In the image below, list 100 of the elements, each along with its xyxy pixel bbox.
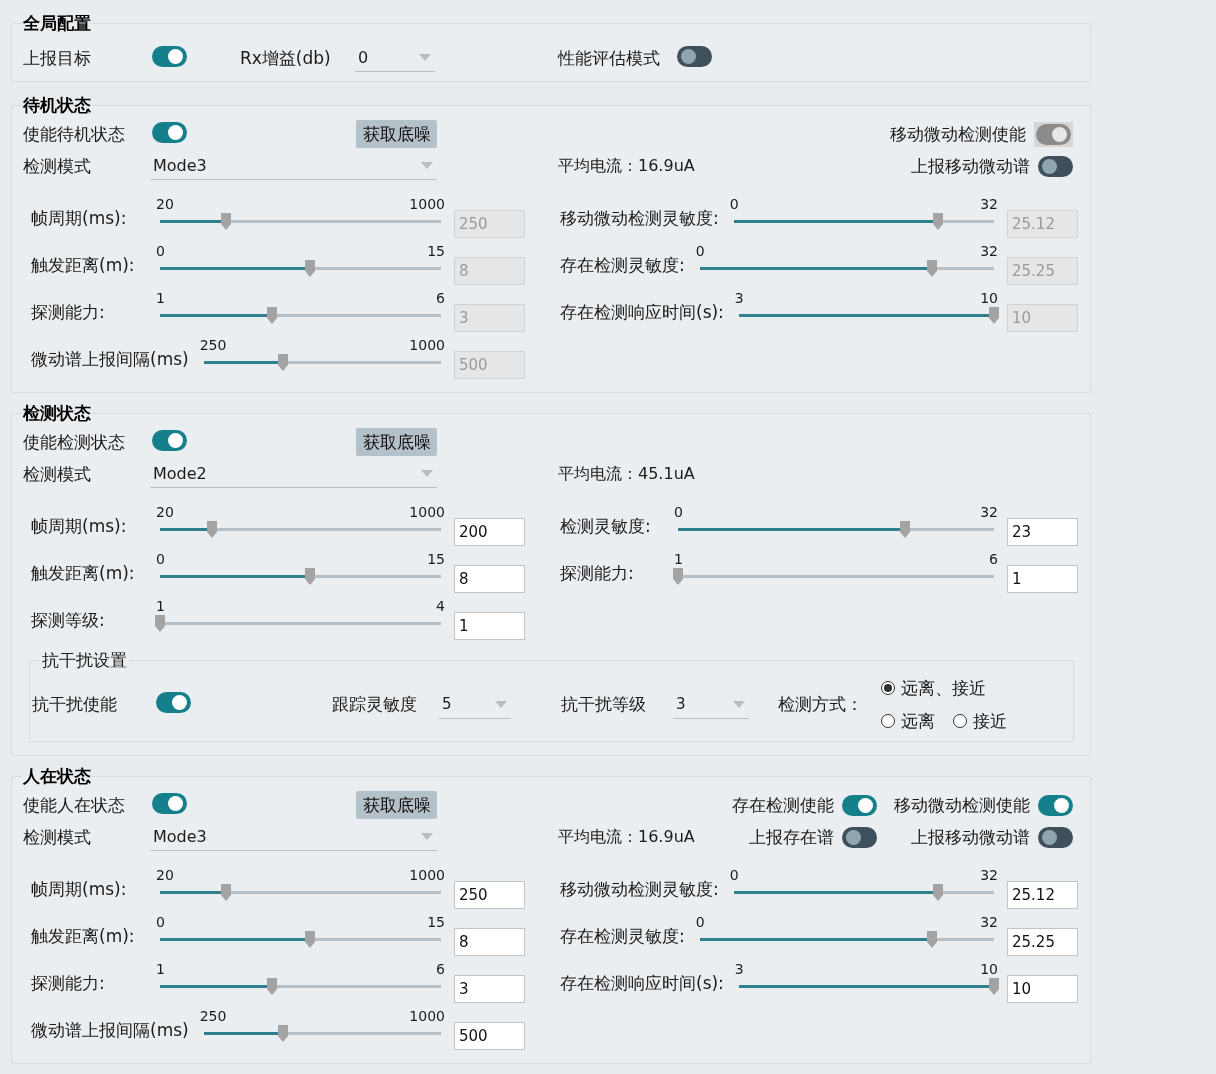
- field-label: 检测方式：: [778, 693, 864, 716]
- field-label: 检测模式: [23, 154, 92, 178]
- radio-button[interactable]: [953, 714, 967, 728]
- value-field[interactable]: 25.12: [1007, 881, 1078, 909]
- caret-icon: [421, 470, 433, 477]
- scale-max-label: 15: [427, 914, 445, 930]
- value-field[interactable]: 23: [1007, 518, 1078, 546]
- group-title: 抗干扰设置: [41, 649, 128, 671]
- scale-min-label: 0: [695, 243, 705, 259]
- noise-button[interactable]: 获取底噪: [356, 791, 437, 819]
- scale-max-label: 10: [980, 961, 998, 977]
- scale-min-label: 3: [734, 961, 744, 977]
- toggle-switch[interactable]: [842, 794, 877, 816]
- section-title: 全局配置: [22, 12, 92, 34]
- slider-label: 移动微动检测灵敏度:: [560, 879, 720, 899]
- field-label: 性能评估模式: [558, 46, 661, 70]
- toggle-switch[interactable]: [152, 45, 187, 67]
- scale-max-label: 32: [980, 914, 998, 930]
- slider-thumb[interactable]: [155, 615, 165, 632]
- slider-label: 探测能力:: [560, 563, 635, 583]
- slider-label: 触发距离(m):: [31, 255, 136, 275]
- toggle-switch[interactable]: [842, 826, 877, 848]
- scale-min-label: 1: [674, 551, 683, 567]
- value-field[interactable]: 8: [454, 928, 525, 956]
- value-field[interactable]: 10: [1007, 975, 1078, 1003]
- value-field[interactable]: 500: [454, 1022, 525, 1050]
- slider-thumb[interactable]: [900, 521, 911, 538]
- radio-option[interactable]: 远离: [881, 710, 935, 732]
- slider-thumb[interactable]: [304, 931, 315, 948]
- scale-max-label: 1000: [409, 337, 445, 353]
- current-reading: 平均电流：16.9uA: [558, 826, 695, 848]
- slider-label: 微动谱上报间隔(ms): [31, 349, 190, 369]
- slider-thumb[interactable]: [926, 931, 937, 948]
- slider-label: 帧周期(ms):: [31, 879, 128, 899]
- slider-label: 帧周期(ms):: [31, 516, 128, 536]
- toggle-switch[interactable]: [1038, 794, 1073, 816]
- radio-option[interactable]: 接近: [953, 710, 1007, 732]
- value-field[interactable]: 1: [1007, 565, 1078, 593]
- scale-max-label: 1000: [409, 1008, 445, 1024]
- value-field[interactable]: 25.25: [1007, 928, 1078, 956]
- dropdown[interactable]: 0: [355, 44, 435, 72]
- toggle-switch[interactable]: [1038, 155, 1073, 177]
- toggle-label: 上报移动微动谱: [911, 825, 1030, 849]
- scale-max-label: 10: [980, 290, 998, 306]
- value-field[interactable]: 8: [454, 565, 525, 593]
- toggle-label: 上报移动微动谱: [911, 154, 1030, 178]
- radio-button[interactable]: [881, 714, 895, 728]
- slider-thumb[interactable]: [989, 978, 999, 995]
- toggle-label: 移动微动检测使能: [894, 793, 1030, 817]
- scale-min-label: 250: [199, 337, 227, 353]
- dropdown[interactable]: 3: [673, 690, 749, 719]
- scale-min-label: 0: [729, 196, 739, 212]
- slider-label: 存在检测灵敏度:: [560, 255, 686, 275]
- scale-max-label: 1000: [409, 504, 445, 520]
- value-field[interactable]: 1: [454, 612, 525, 640]
- caret-icon: [421, 162, 433, 169]
- toggle-switch[interactable]: [1038, 826, 1073, 848]
- toggle-switch[interactable]: [152, 792, 187, 814]
- slider-label: 检测灵敏度:: [560, 516, 652, 536]
- toggle-switch[interactable]: [152, 121, 187, 143]
- field-label: 抗干扰使能: [32, 693, 118, 716]
- toggle-switch[interactable]: [677, 45, 712, 67]
- scale-min-label: 1: [156, 598, 165, 614]
- current-reading: 平均电流：16.9uA: [558, 155, 695, 177]
- value-field[interactable]: 250: [454, 881, 525, 909]
- slider-thumb[interactable]: [933, 884, 944, 901]
- scale-max-label: 1000: [409, 196, 445, 212]
- noise-button[interactable]: 获取底噪: [356, 428, 437, 456]
- radio-button[interactable]: [881, 681, 895, 695]
- scale-min-label: 0: [729, 867, 739, 883]
- section-title: 待机状态: [22, 94, 92, 116]
- scale-max-label: 15: [427, 243, 445, 259]
- slider-thumb[interactable]: [206, 521, 217, 538]
- slider-thumb[interactable]: [221, 884, 232, 901]
- slider-thumb[interactable]: [304, 568, 315, 585]
- slider-thumb[interactable]: [277, 1025, 288, 1042]
- dropdown[interactable]: Mode3: [150, 152, 437, 180]
- scale-max-label: 32: [980, 243, 998, 259]
- dropdown[interactable]: 5: [439, 690, 511, 719]
- value-field[interactable]: 200: [454, 518, 525, 546]
- toggle-label: 存在检测使能: [732, 793, 834, 817]
- slider-label: 帧周期(ms):: [31, 208, 128, 228]
- slider-thumb[interactable]: [673, 568, 683, 585]
- field-label: 使能人在状态: [23, 793, 126, 817]
- dropdown[interactable]: Mode2: [150, 460, 437, 488]
- radio-option[interactable]: 远离、接近: [881, 677, 1007, 699]
- toggle-switch[interactable]: [156, 692, 191, 713]
- toggle-switch[interactable]: [152, 429, 187, 451]
- value-field[interactable]: 3: [454, 975, 525, 1003]
- slider-thumb[interactable]: [267, 978, 278, 995]
- scale-min-label: 20: [156, 504, 174, 520]
- slider-label: 探测能力:: [31, 973, 106, 993]
- scale-min-label: 0: [674, 504, 683, 520]
- field-label: 抗干扰等级: [561, 693, 647, 716]
- toggle-label: 上报存在谱: [749, 825, 834, 849]
- scale-max-label: 32: [980, 504, 998, 520]
- dropdown[interactable]: Mode3: [150, 823, 437, 851]
- noise-button[interactable]: 获取底噪: [356, 120, 437, 148]
- slider-label: 触发距离(m):: [31, 926, 136, 946]
- caret-icon: [419, 54, 431, 61]
